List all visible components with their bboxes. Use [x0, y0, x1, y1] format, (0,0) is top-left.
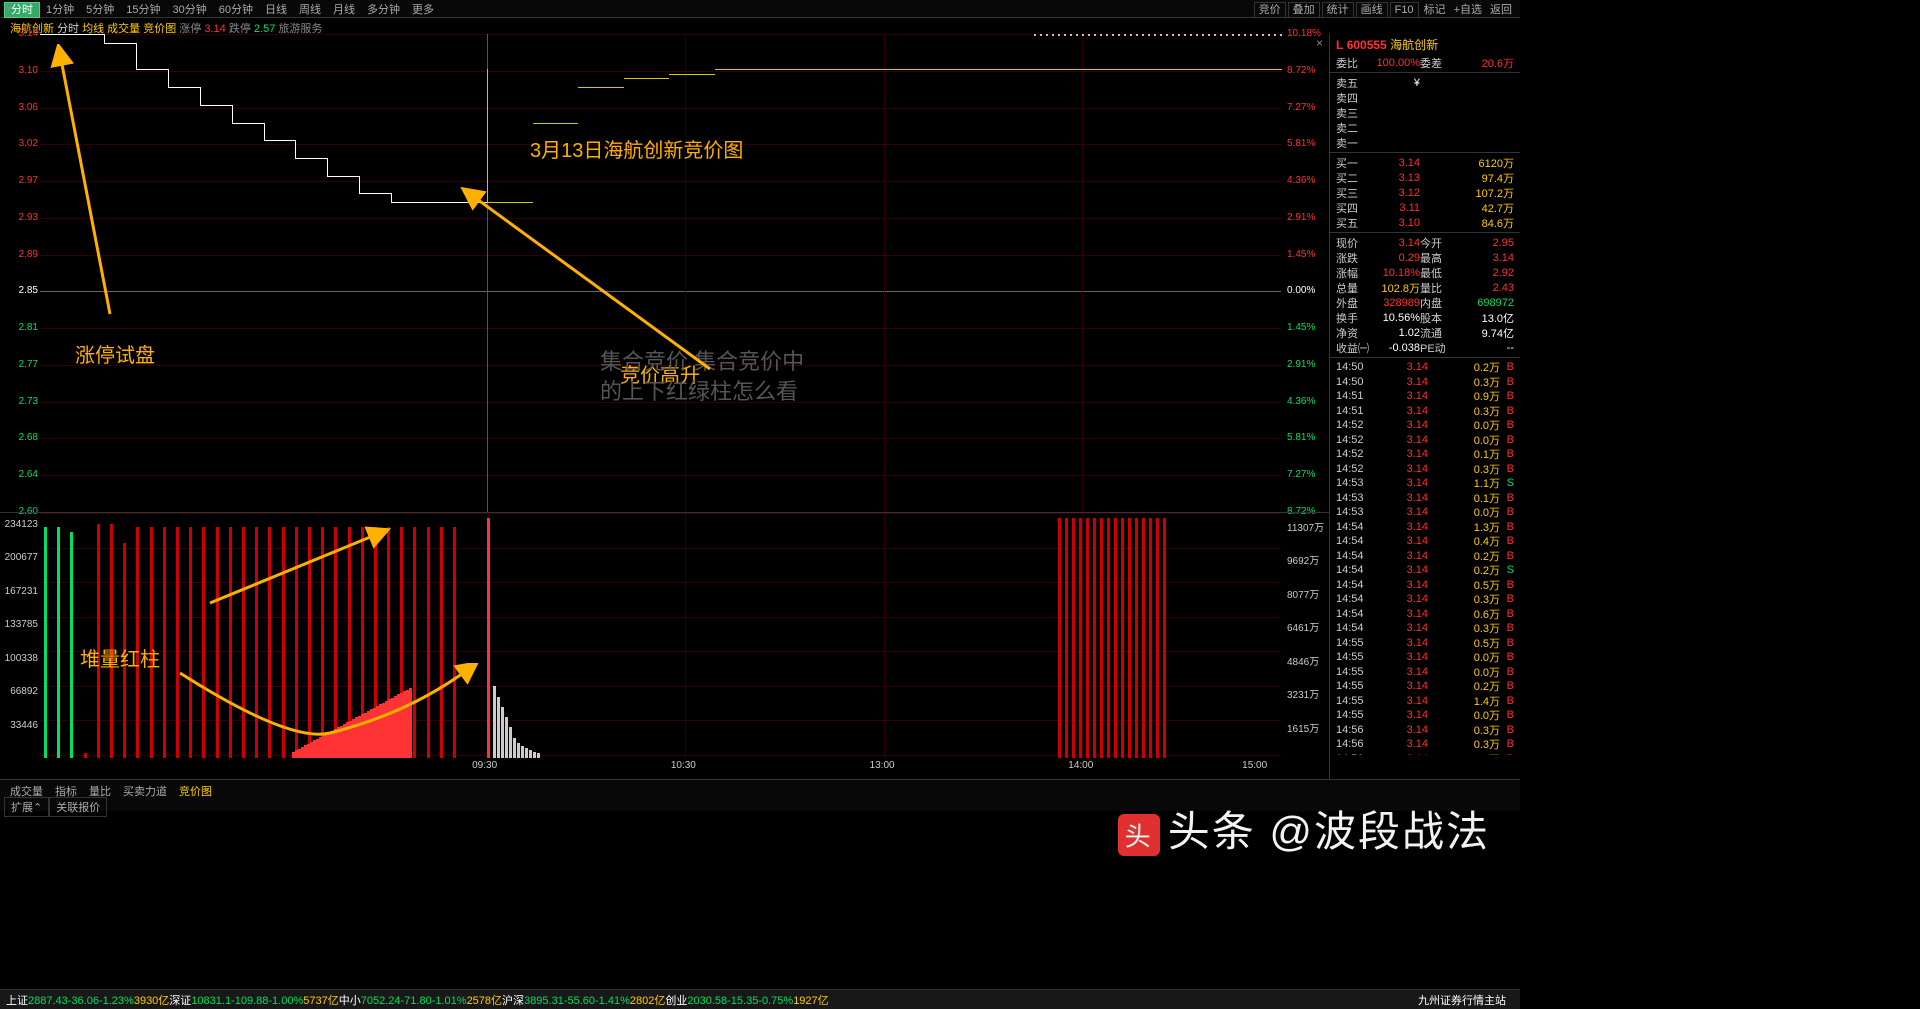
tick-row: 14:523.140.0万B	[1330, 433, 1520, 448]
period-t3[interactable]: 15分钟	[120, 3, 166, 17]
tool-r1[interactable]: 叠加	[1288, 2, 1320, 18]
ind-tab-4[interactable]: 竞价图	[173, 782, 218, 800]
toutiao-logo-icon	[1118, 814, 1160, 856]
quote-panel: L 600555 海航创新 委比100.00% 委差20.6万 卖五¥卖四卖三卖…	[1330, 34, 1520, 779]
stock-prefix: L	[1336, 38, 1343, 52]
vol-axis-left: 2341232006771672311337851003386689233446	[0, 513, 38, 758]
ind-tab-3[interactable]: 买卖力道	[117, 782, 173, 800]
tick-row: 14:553.140.0万B	[1330, 708, 1520, 723]
ext-tab-0[interactable]: 扩展⌃	[4, 797, 49, 817]
book-row: 买五3.1084.6万	[1330, 215, 1520, 230]
chart-area[interactable]: × 3.143.103.063.022.972.932.892.852.812.…	[0, 34, 1330, 779]
tick-row: 14:533.141.1万S	[1330, 476, 1520, 491]
period-t5[interactable]: 60分钟	[213, 3, 259, 17]
tool-r0[interactable]: 竞价	[1254, 2, 1286, 18]
tick-row: 14:553.141.4万B	[1330, 694, 1520, 709]
extension-tabs: 扩展⌃关联报价	[0, 795, 1520, 811]
tick-row: 14:543.140.3万B	[1330, 592, 1520, 607]
tick-row: 14:523.140.0万B	[1330, 418, 1520, 433]
price-axis-left: 3.143.103.063.022.972.932.892.852.812.77…	[0, 34, 38, 512]
tick-row: 14:543.140.5万B	[1330, 578, 1520, 593]
tick-row: 14:543.140.4万B	[1330, 534, 1520, 549]
period-t7[interactable]: 周线	[293, 3, 327, 17]
book-row: 卖三	[1330, 105, 1520, 120]
book-row: 买三3.12107.2万	[1330, 185, 1520, 200]
book-row: 买四3.1142.7万	[1330, 200, 1520, 215]
tick-row: 14:503.140.3万B	[1330, 375, 1520, 390]
tick-row: 14:563.140.3万B	[1330, 723, 1520, 738]
tick-row: 14:533.140.1万B	[1330, 491, 1520, 506]
period-t1[interactable]: 1分钟	[40, 3, 80, 17]
tick-row: 14:533.140.0万B	[1330, 505, 1520, 520]
stock-header: L 600555 海航创新	[1330, 34, 1520, 55]
tool-r2[interactable]: 统计	[1322, 2, 1354, 18]
period-t0[interactable]: 分时	[4, 2, 40, 18]
tick-row: 14:523.140.3万B	[1330, 462, 1520, 477]
broker-name: 九州证券行情主站	[1418, 992, 1506, 1008]
tick-row: 14:563.140.0万B	[1330, 752, 1520, 756]
tool-r3[interactable]: 画线	[1356, 2, 1388, 18]
book-row: 卖一	[1330, 135, 1520, 150]
period-t2[interactable]: 5分钟	[80, 3, 120, 17]
period-toolbar: 分时1分钟5分钟15分钟30分钟60分钟日线周线月线多分钟更多 ▾ 竞价叠加统计…	[0, 0, 1520, 18]
tick-row: 14:513.140.9万B	[1330, 389, 1520, 404]
tick-row: 14:543.140.3万B	[1330, 621, 1520, 636]
tick-row: 14:553.140.0万B	[1330, 665, 1520, 680]
indicator-tabs: 成交量指标量比买卖力道竞价图	[0, 779, 1520, 795]
tick-row: 14:543.140.6万B	[1330, 607, 1520, 622]
tick-row: 14:543.141.3万B	[1330, 520, 1520, 535]
tick-row: 14:513.140.3万B	[1330, 404, 1520, 419]
time-axis: 09:3010:3013:0014:0015:00	[0, 758, 1329, 776]
tick-list[interactable]: 14:503.140.2万B14:503.140.3万B14:513.140.9…	[1330, 360, 1520, 755]
tool-r6[interactable]: +自选	[1450, 3, 1486, 17]
tick-row: 14:553.140.5万B	[1330, 636, 1520, 651]
book-row: 卖四	[1330, 90, 1520, 105]
volume-chart[interactable]: 2341232006771672311337851003386689233446…	[0, 512, 1329, 758]
tick-row: 14:503.140.2万B	[1330, 360, 1520, 375]
book-row: 卖二	[1330, 120, 1520, 135]
tool-r7[interactable]: 返回	[1486, 3, 1516, 17]
book-row: 卖五¥	[1330, 75, 1520, 90]
period-t10[interactable]: 更多	[406, 3, 440, 17]
tick-row: 14:553.140.2万B	[1330, 679, 1520, 694]
tool-r4[interactable]: F10	[1390, 2, 1419, 18]
status-bar: 上证2887.43-36.06-1.23%3930亿深证10831.1-109.…	[0, 989, 1520, 1009]
tick-row: 14:553.140.0万B	[1330, 650, 1520, 665]
ext-tab-1[interactable]: 关联报价	[49, 797, 107, 817]
tick-row: 14:543.140.2万S	[1330, 563, 1520, 578]
tick-row: 14:523.140.1万B	[1330, 447, 1520, 462]
period-t6[interactable]: 日线	[259, 3, 293, 17]
period-t9[interactable]: 多分钟	[361, 3, 406, 17]
stock-name-r: 海航创新	[1390, 38, 1438, 52]
tick-row: 14:543.140.2万B	[1330, 549, 1520, 564]
book-row: 买一3.146120万	[1330, 155, 1520, 170]
tick-row: 14:563.140.3万B	[1330, 737, 1520, 752]
period-t4[interactable]: 30分钟	[167, 3, 213, 17]
price-axis-right: 10.18%8.72%7.27%5.81%4.36%2.91%1.45%0.00…	[1281, 34, 1329, 512]
tool-r5[interactable]: 标记	[1420, 3, 1450, 17]
period-t8[interactable]: 月线	[327, 3, 361, 17]
vol-axis-right: 11307万9692万8077万6461万4846万3231万1615万	[1281, 513, 1329, 758]
book-row: 买二3.1397.4万	[1330, 170, 1520, 185]
stock-code: 600555	[1347, 38, 1387, 52]
price-chart[interactable]: 3.143.103.063.022.972.932.892.852.812.77…	[0, 34, 1329, 512]
